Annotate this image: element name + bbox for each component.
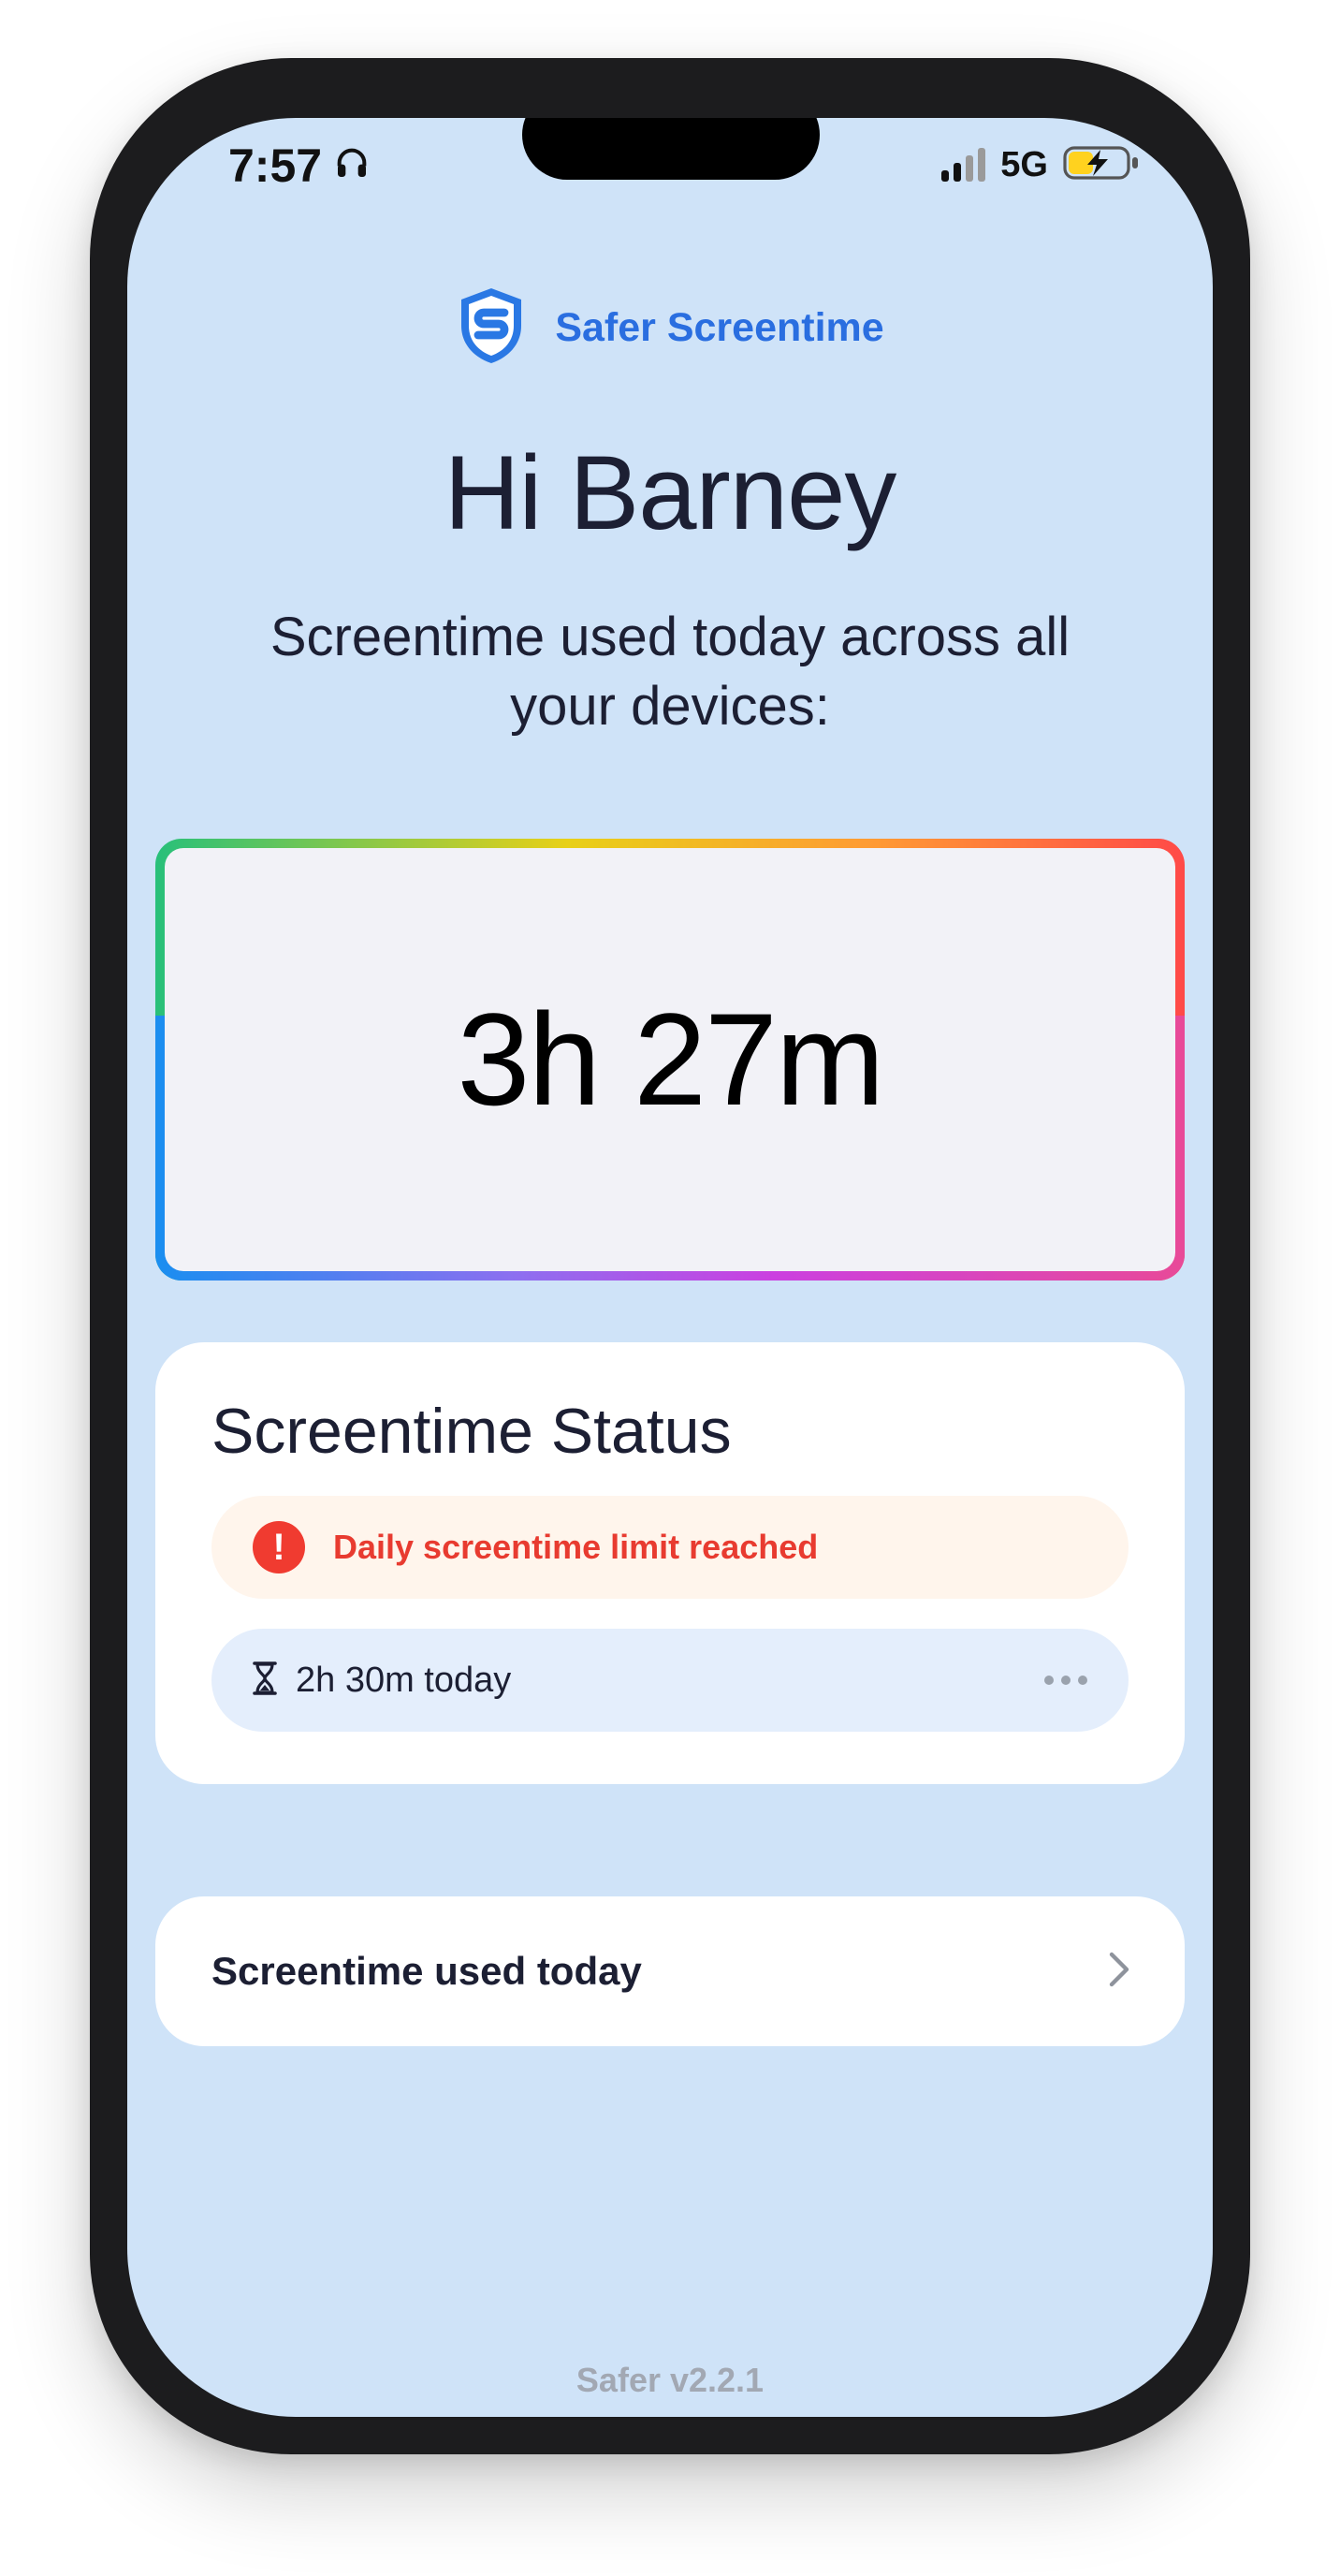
total-time-inner: 3h 27m: [165, 848, 1175, 1271]
chevron-right-icon: [1108, 1951, 1130, 1993]
phone-frame: 7:57 5G Safer Screentime Hi Barney Scree…: [90, 58, 1250, 2454]
screentime-used-today-row[interactable]: Screentime used today: [155, 1896, 1185, 2046]
total-time-value: 3h 27m: [457, 986, 885, 1133]
usage-text: 2h 30m today: [296, 1660, 512, 1700]
status-bar-right: 5G: [941, 144, 1140, 186]
greeting-title: Hi Barney: [444, 434, 897, 551]
brand-name: Safer Screentime: [555, 305, 884, 350]
alert-text: Daily screentime limit reached: [333, 1528, 819, 1566]
status-card-title: Screentime Status: [211, 1396, 732, 1467]
hourglass-icon: [253, 1661, 277, 1700]
limit-reached-alert[interactable]: ! Daily screentime limit reached: [211, 1496, 1129, 1599]
usage-pill[interactable]: 2h 30m today: [211, 1629, 1129, 1732]
screentime-status-card: Screentime Status ! Daily screentime lim…: [155, 1342, 1185, 1784]
app-version: Safer v2.2.1: [575, 2361, 765, 2399]
brand-header: Safer Screentime: [127, 285, 1213, 372]
headphones-icon: [333, 139, 371, 193]
shield-s-icon: [456, 285, 527, 372]
status-bar-time: 7:57: [228, 139, 371, 193]
more-dots-icon[interactable]: [1044, 1676, 1087, 1685]
battery-charging-icon: [1063, 144, 1140, 186]
dynamic-island: [522, 118, 820, 180]
total-time-card: 3h 27m: [155, 839, 1185, 1281]
app-screen: 7:57 5G Safer Screentime Hi Barney Scree…: [127, 118, 1213, 2417]
exclamation-icon: !: [253, 1521, 305, 1573]
network-type: 5G: [1000, 145, 1048, 184]
subtitle: Screentime used today across all your de…: [269, 607, 1071, 737]
status-time-text: 7:57: [228, 139, 323, 192]
signal-icon: [941, 147, 986, 182]
used-today-label: Screentime used today: [211, 1949, 642, 1993]
